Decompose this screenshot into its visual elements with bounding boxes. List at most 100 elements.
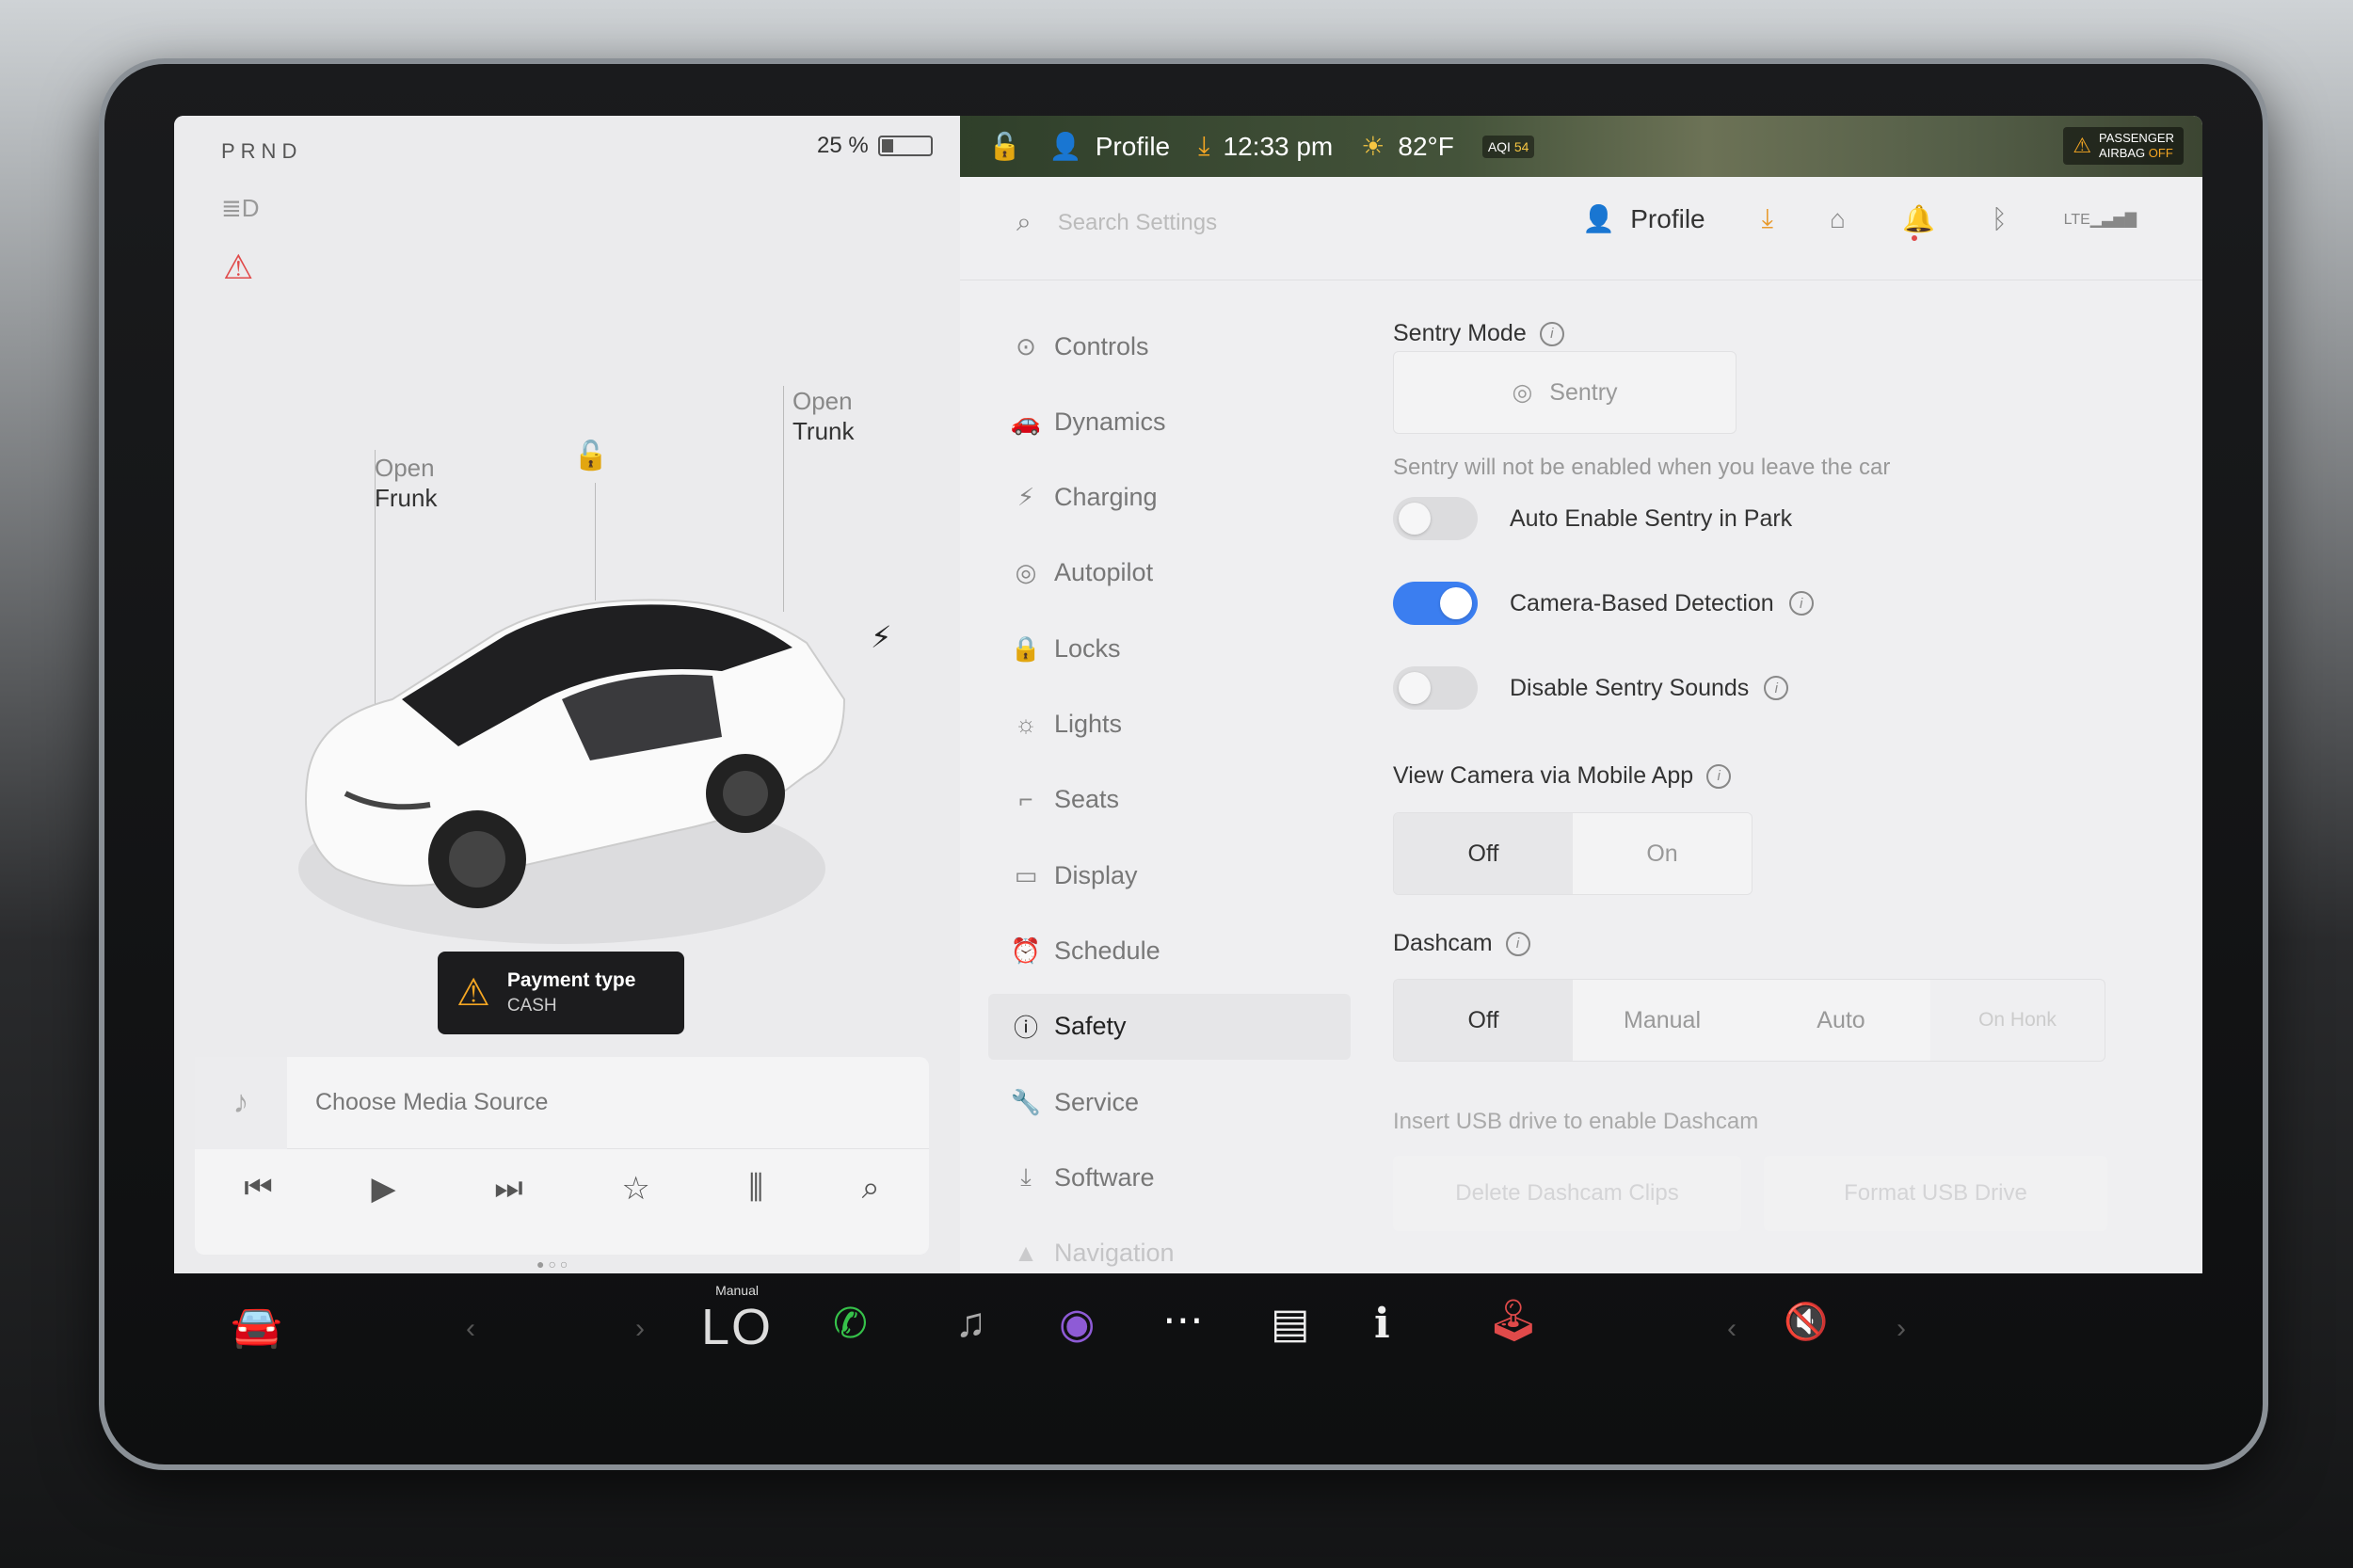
favorite-star-icon[interactable]: ☆ bbox=[621, 1170, 649, 1208]
unlock-icon[interactable]: 🔓 bbox=[573, 440, 608, 472]
nav-item-charging[interactable]: ⚡ Charging bbox=[988, 465, 1351, 531]
airbag-line1: PASSENGER bbox=[2099, 131, 2174, 145]
car-icon[interactable]: 🚘 bbox=[231, 1302, 282, 1351]
dashcam-selector: Off Manual Auto On Honk bbox=[1393, 979, 2105, 1062]
dashcam-on-honk[interactable]: On Honk bbox=[1930, 980, 2105, 1061]
sentry-mode-label: Sentry Mode bbox=[1393, 320, 1527, 346]
volume-up-chevron-icon[interactable]: › bbox=[1897, 1313, 1906, 1345]
volume-down-chevron-icon[interactable]: ‹ bbox=[1727, 1313, 1737, 1345]
sentry-button[interactable]: ◎ Sentry bbox=[1393, 351, 1737, 434]
download-icon: ⤓ bbox=[1020, 1162, 1032, 1192]
bolt-icon: ⚡ bbox=[1016, 483, 1035, 512]
sentry-camera-icon: ◎ bbox=[1512, 379, 1533, 406]
nav-item-label: Dynamics bbox=[1054, 407, 1166, 436]
nav-item-autopilot[interactable]: ◎ Autopilot bbox=[988, 540, 1351, 606]
toybox-joystick-icon[interactable]: 🕹 bbox=[1487, 1296, 1540, 1345]
touchscreen: PRND 25 % ≣D ⚠ Open Frunk Open Trunk 🔓 ⚡ bbox=[174, 116, 2202, 1273]
play-icon[interactable]: ▶ bbox=[371, 1170, 395, 1208]
airbag-line2: AIRBAG bbox=[2099, 146, 2146, 160]
dashcam-auto[interactable]: Auto bbox=[1752, 980, 1930, 1061]
camera-detection-toggle[interactable] bbox=[1393, 582, 1478, 625]
unlock-status-icon[interactable]: 🔓 bbox=[988, 131, 1021, 162]
disable-sounds-toggle[interactable] bbox=[1393, 666, 1478, 710]
nav-item-lights[interactable]: ☼ Lights bbox=[988, 692, 1351, 758]
nav-item-navigation[interactable]: ▲ Navigation bbox=[988, 1221, 1351, 1273]
header-profile-label: Profile bbox=[1630, 203, 1705, 233]
nav-item-locks[interactable]: 🔒 Locks bbox=[988, 616, 1351, 681]
safety-settings-content: Sentry Mode i ◎ Sentry Sentry will not b… bbox=[1393, 280, 2202, 1273]
format-usb-button[interactable]: Format USB Drive bbox=[1764, 1156, 2107, 1231]
nav-item-dynamics[interactable]: 🚗 Dynamics bbox=[988, 389, 1351, 455]
search-settings[interactable]: ⌕ Search Settings bbox=[1016, 207, 1217, 238]
alert-circle-icon: ⓘ bbox=[1013, 1014, 1038, 1043]
dashcam-manual[interactable]: Manual bbox=[1573, 980, 1752, 1061]
sun-icon: ☼ bbox=[1015, 710, 1037, 738]
lte-signal-icon[interactable]: LTE▁▃▅▇ bbox=[2064, 210, 2137, 229]
view-camera-off[interactable]: Off bbox=[1394, 813, 1573, 894]
settings-header: ⌕ Search Settings 👤 Profile ⤓ ⌂ 🔔 ᛒ LTE▁… bbox=[960, 177, 2202, 280]
battery-status: 25 % bbox=[817, 133, 933, 159]
lock-icon: 🔒 bbox=[1010, 633, 1042, 663]
view-camera-on[interactable]: On bbox=[1573, 813, 1752, 894]
top-profile[interactable]: 👤 Profile bbox=[1049, 131, 1170, 162]
charge-port-icon[interactable]: ⚡ bbox=[871, 619, 891, 655]
temp-up-chevron-icon[interactable]: › bbox=[635, 1313, 645, 1345]
lte-label: LTE bbox=[2063, 211, 2090, 228]
search-input[interactable]: Search Settings bbox=[1058, 210, 1217, 236]
update-status[interactable]: ⤓ 12:33 pm bbox=[1198, 131, 1333, 162]
info-icon[interactable]: i bbox=[1539, 321, 1564, 346]
more-apps-icon[interactable]: ⋯ bbox=[1162, 1296, 1204, 1344]
phone-icon[interactable]: ✆ bbox=[833, 1300, 868, 1348]
nav-item-label: Charging bbox=[1054, 483, 1158, 512]
software-download-icon[interactable]: ⤓ bbox=[1762, 203, 1773, 234]
notification-bell-icon[interactable]: 🔔 bbox=[1902, 203, 1935, 241]
media-source-label: Choose Media Source bbox=[315, 1089, 549, 1115]
nav-item-label: Software bbox=[1054, 1162, 1155, 1192]
homelink-garage-icon[interactable]: ⌂ bbox=[1830, 204, 1846, 234]
nav-item-controls[interactable]: ⊙ Controls bbox=[988, 313, 1351, 379]
info-icon[interactable]: i bbox=[1505, 931, 1530, 956]
status-bar: 🔓 👤 Profile ⤓ 12:33 pm ☀ 82°F AQI 54 ⚠ P… bbox=[960, 116, 2202, 177]
temp-down-chevron-icon[interactable]: ‹ bbox=[466, 1313, 475, 1345]
nav-item-label: Controls bbox=[1054, 331, 1149, 360]
mute-volume-icon[interactable]: 🔇 bbox=[1784, 1302, 1828, 1343]
sentry-mode-title: Sentry Mode i bbox=[1393, 320, 1564, 347]
auto-enable-sentry-toggle[interactable] bbox=[1393, 497, 1478, 540]
car-image bbox=[298, 599, 846, 944]
nav-item-service[interactable]: 🔧 Service bbox=[988, 1069, 1351, 1135]
nav-item-display[interactable]: ▭ Display bbox=[988, 842, 1351, 908]
payment-type-alert[interactable]: ⚠ Payment type CASH bbox=[438, 952, 684, 1034]
nav-item-seats[interactable]: ⌐ Seats bbox=[988, 767, 1351, 833]
view-camera-title: View Camera via Mobile App i bbox=[1393, 762, 1732, 790]
header-profile-button[interactable]: 👤 Profile bbox=[1582, 203, 1705, 234]
open-frunk-button[interactable]: Open Frunk bbox=[375, 453, 437, 513]
music-icon[interactable]: ♫ bbox=[955, 1300, 986, 1347]
info-icon[interactable]: i bbox=[1788, 591, 1814, 616]
open-trunk-button[interactable]: Open Trunk bbox=[792, 386, 855, 446]
previous-track-icon[interactable]: ⏮ bbox=[244, 1170, 273, 1208]
auto-enable-sentry-row: Auto Enable Sentry in Park bbox=[1393, 497, 1792, 540]
seat-icon: ⌐ bbox=[1018, 785, 1033, 814]
nav-item-schedule[interactable]: ⏰ Schedule bbox=[988, 918, 1351, 984]
media-source-selector[interactable]: ♪ Choose Media Source bbox=[195, 1056, 929, 1149]
manual-info-icon[interactable]: ℹ bbox=[1374, 1300, 1390, 1348]
camera-icon[interactable]: ◉ bbox=[1059, 1300, 1095, 1348]
info-icon[interactable]: i bbox=[1706, 763, 1732, 789]
info-icon[interactable]: i bbox=[1764, 676, 1789, 700]
car-icon: 🚗 bbox=[1010, 407, 1042, 436]
download-icon: ⤓ bbox=[1198, 131, 1210, 160]
calendar-icon[interactable]: ▤ bbox=[1271, 1300, 1310, 1348]
media-search-icon[interactable]: ⌕ bbox=[862, 1170, 880, 1208]
nav-item-label: Schedule bbox=[1054, 936, 1160, 965]
equalizer-icon[interactable]: ⫼ bbox=[748, 1170, 763, 1208]
nav-item-software[interactable]: ⤓ Software bbox=[988, 1144, 1351, 1210]
next-track-icon[interactable]: ⏭ bbox=[494, 1170, 523, 1208]
dashcam-off[interactable]: Off bbox=[1394, 980, 1573, 1061]
payment-value: CASH bbox=[506, 996, 557, 1016]
delete-dashcam-clips-button[interactable]: Delete Dashcam Clips bbox=[1393, 1156, 1741, 1231]
climate-temp-control[interactable]: Manual LO bbox=[701, 1283, 773, 1356]
aqi-value: 54 bbox=[1513, 138, 1529, 154]
nav-item-safety[interactable]: ⓘ Safety bbox=[988, 993, 1351, 1060]
nav-item-label: Locks bbox=[1054, 633, 1121, 663]
bluetooth-icon[interactable]: ᛒ bbox=[1992, 204, 2008, 234]
